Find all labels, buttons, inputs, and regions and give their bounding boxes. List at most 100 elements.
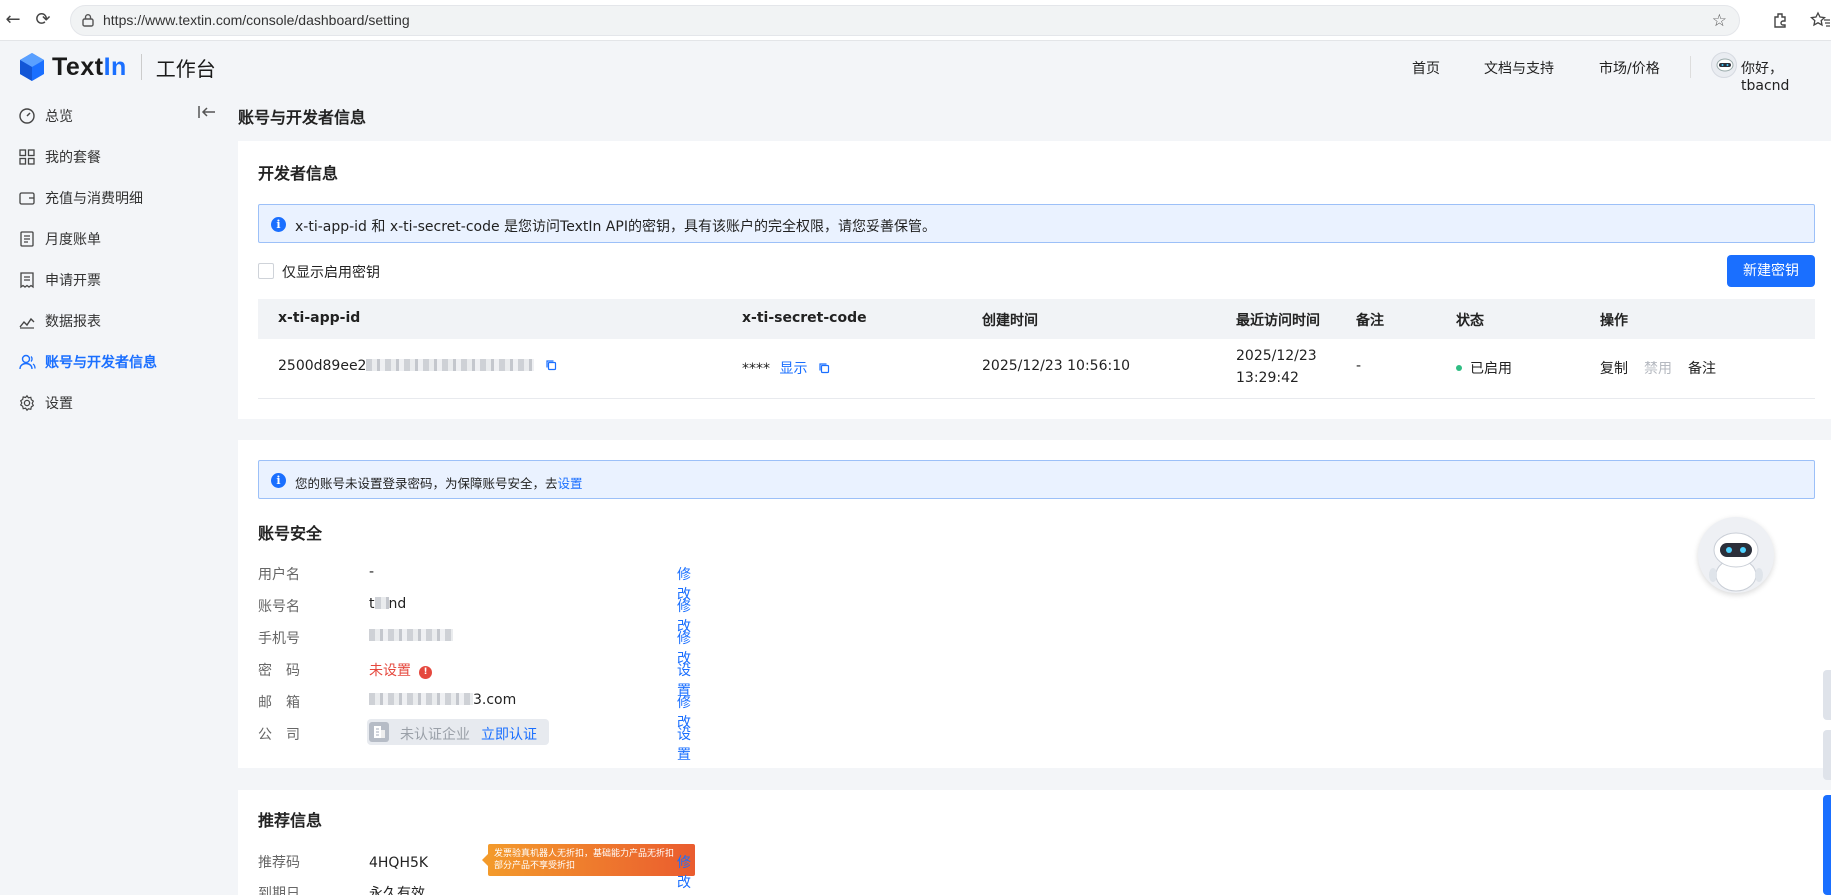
field-label: 到期日 xyxy=(258,886,300,895)
expiry-value: 永久有效 xyxy=(369,886,425,895)
status-badge: 已启用 xyxy=(1456,358,1512,378)
nav-home-link[interactable]: 首页 xyxy=(1412,58,1440,78)
sidebar-item-label: 设置 xyxy=(45,396,73,412)
company-status: 未认证企业 xyxy=(400,727,470,743)
sidebar: 总览 我的套餐 充值与消费明细 月度账单 申请开票 数据报表 账号与开发者信息 … xyxy=(0,91,222,895)
field-label: 推荐码 xyxy=(258,855,300,871)
floating-side-tab[interactable] xyxy=(1823,730,1831,780)
nav-market-link[interactable]: 市场/价格 xyxy=(1599,58,1660,78)
sidebar-item-invoice[interactable]: 申请开票 xyxy=(18,269,101,291)
app-id-value: 2500d89ee2 xyxy=(278,358,367,374)
ai-assistant-button[interactable] xyxy=(1698,517,1774,593)
last-access-date: 2025/12/23 xyxy=(1236,348,1317,364)
column-header: x-ti-app-id xyxy=(278,310,361,326)
redacted-block xyxy=(366,359,535,371)
info-icon: i xyxy=(271,217,286,232)
secret-code-cell: **** 显示 xyxy=(742,358,830,378)
bookmark-star-icon[interactable]: ☆ xyxy=(1712,11,1727,31)
textin-hexagon-icon xyxy=(20,53,44,81)
api-key-notice: i x-ti-app-id 和 x-ti-secret-code 是您访问Tex… xyxy=(258,204,1815,243)
sidebar-item-reports[interactable]: 数据报表 xyxy=(18,310,101,332)
grid-icon xyxy=(19,149,35,165)
enabled-keys-only-label[interactable]: 仅显示启用密钥 xyxy=(282,262,380,282)
robot-avatar-icon xyxy=(1716,58,1734,72)
developer-info-heading: 开发者信息 xyxy=(258,164,339,183)
note-key-link[interactable]: 备注 xyxy=(1688,358,1716,378)
promo-line: 发票验真机器人无折扣，基础能力产品无折扣 xyxy=(494,849,675,859)
sidebar-item-settings[interactable]: 设置 xyxy=(18,392,73,414)
floating-side-tab[interactable] xyxy=(1823,670,1831,720)
sidebar-item-label: 充值与消费明细 xyxy=(45,191,143,207)
enabled-keys-only-checkbox[interactable] xyxy=(258,263,274,279)
edit-referral-link[interactable]: 修改 xyxy=(677,852,691,892)
copy-icon[interactable] xyxy=(545,359,557,371)
app-header: TextIn 工作台 首页 文档与支持 市场/价格 你好，tbacnd xyxy=(0,41,1831,94)
field-label: 密 码 xyxy=(258,663,300,679)
workspace-title: 工作台 xyxy=(155,56,216,81)
browser-toolbar: ← ⟳ https://www.textin.com/console/dashb… xyxy=(0,0,1831,41)
password-status: 未设置 xyxy=(369,663,411,679)
redacted-block xyxy=(369,629,453,641)
sidebar-item-monthly-bill[interactable]: 月度账单 xyxy=(18,228,101,250)
sidebar-item-label: 月度账单 xyxy=(45,232,101,248)
floating-side-tab[interactable] xyxy=(1823,795,1831,895)
site-info-icon[interactable] xyxy=(81,13,95,27)
page-title: 账号与开发者信息 xyxy=(238,108,367,127)
column-header: 操作 xyxy=(1600,313,1628,329)
invoice-icon xyxy=(20,272,34,289)
secret-mask: **** xyxy=(742,361,770,377)
reload-icon[interactable]: ⟳ xyxy=(32,9,54,31)
redacted-block xyxy=(369,693,473,705)
password-notice-text: 您的账号未设置登录密码，为保障账号安全，去设置 xyxy=(295,473,583,492)
robot-icon xyxy=(1709,532,1763,592)
field-value: t nd xyxy=(369,596,406,612)
keys-table-header: x-ti-app-id x-ti-secret-code 创建时间 最近访问时间… xyxy=(258,299,1815,339)
field-label: 账号名 xyxy=(258,599,300,615)
show-secret-link[interactable]: 显示 xyxy=(779,361,807,377)
sidebar-item-overview[interactable]: 总览 xyxy=(18,105,73,127)
header-divider xyxy=(1690,56,1691,78)
user-greeting[interactable]: 你好，tbacnd xyxy=(1741,58,1831,94)
developer-info-card: 开发者信息 i x-ti-app-id 和 x-ti-secret-code 是… xyxy=(238,141,1831,419)
field-label: 手机号 xyxy=(258,631,300,647)
back-arrow-icon[interactable]: ← xyxy=(2,9,24,31)
wallet-icon xyxy=(19,192,35,205)
discount-promo-tag: 发票验真机器人无折扣，基础能力产品无折扣 部分产品不享受折扣 xyxy=(482,844,695,876)
field-label: 公 司 xyxy=(258,727,300,743)
textin-logo[interactable]: TextIn 工作台 xyxy=(18,51,216,83)
address-bar[interactable]: https://www.textin.com/console/dashboard… xyxy=(70,5,1740,36)
favorites-icon[interactable] xyxy=(1810,11,1830,29)
account-security-heading: 账号安全 xyxy=(258,524,323,543)
column-header: 状态 xyxy=(1456,313,1484,329)
referral-code-value: 4HQH5K xyxy=(369,855,429,871)
set-password-link[interactable]: 设置 xyxy=(558,476,583,491)
extensions-icon[interactable] xyxy=(1772,11,1790,29)
last-access-time: 13:29:42 xyxy=(1236,370,1299,386)
sidebar-item-plans[interactable]: 我的套餐 xyxy=(18,146,101,168)
field-value: 未设置! xyxy=(369,660,432,680)
column-header: 创建时间 xyxy=(982,313,1038,329)
app-id-cell: 2500d89ee2 xyxy=(278,358,557,374)
url-text: https://www.textin.com/console/dashboard… xyxy=(103,12,410,28)
sidebar-item-recharge[interactable]: 充值与消费明细 xyxy=(18,187,143,209)
account-name-suffix: nd xyxy=(388,596,407,612)
promo-line: 部分产品不享受折扣 xyxy=(494,861,576,871)
verify-now-link[interactable]: 立即认证 xyxy=(481,724,537,744)
bill-icon xyxy=(20,231,34,247)
sidebar-item-label: 账号与开发者信息 xyxy=(45,355,157,371)
dashboard-icon xyxy=(19,108,35,124)
set-company-link[interactable]: 设置 xyxy=(677,724,691,764)
copy-key-link[interactable]: 复制 xyxy=(1600,358,1628,378)
collapse-sidebar-icon[interactable] xyxy=(198,104,216,120)
referral-heading: 推荐信息 xyxy=(258,811,323,830)
sidebar-item-account-developer[interactable]: 账号与开发者信息 xyxy=(18,351,157,373)
avatar[interactable] xyxy=(1711,52,1737,78)
copy-icon[interactable] xyxy=(818,362,830,374)
disable-key-link[interactable]: 禁用 xyxy=(1644,358,1672,378)
field-value xyxy=(369,628,453,644)
column-header: x-ti-secret-code xyxy=(742,310,867,326)
field-value: - xyxy=(369,564,375,580)
nav-docs-link[interactable]: 文档与支持 xyxy=(1484,58,1554,78)
sidebar-item-label: 申请开票 xyxy=(45,273,101,289)
new-key-button[interactable]: 新建密钥 xyxy=(1727,255,1815,287)
